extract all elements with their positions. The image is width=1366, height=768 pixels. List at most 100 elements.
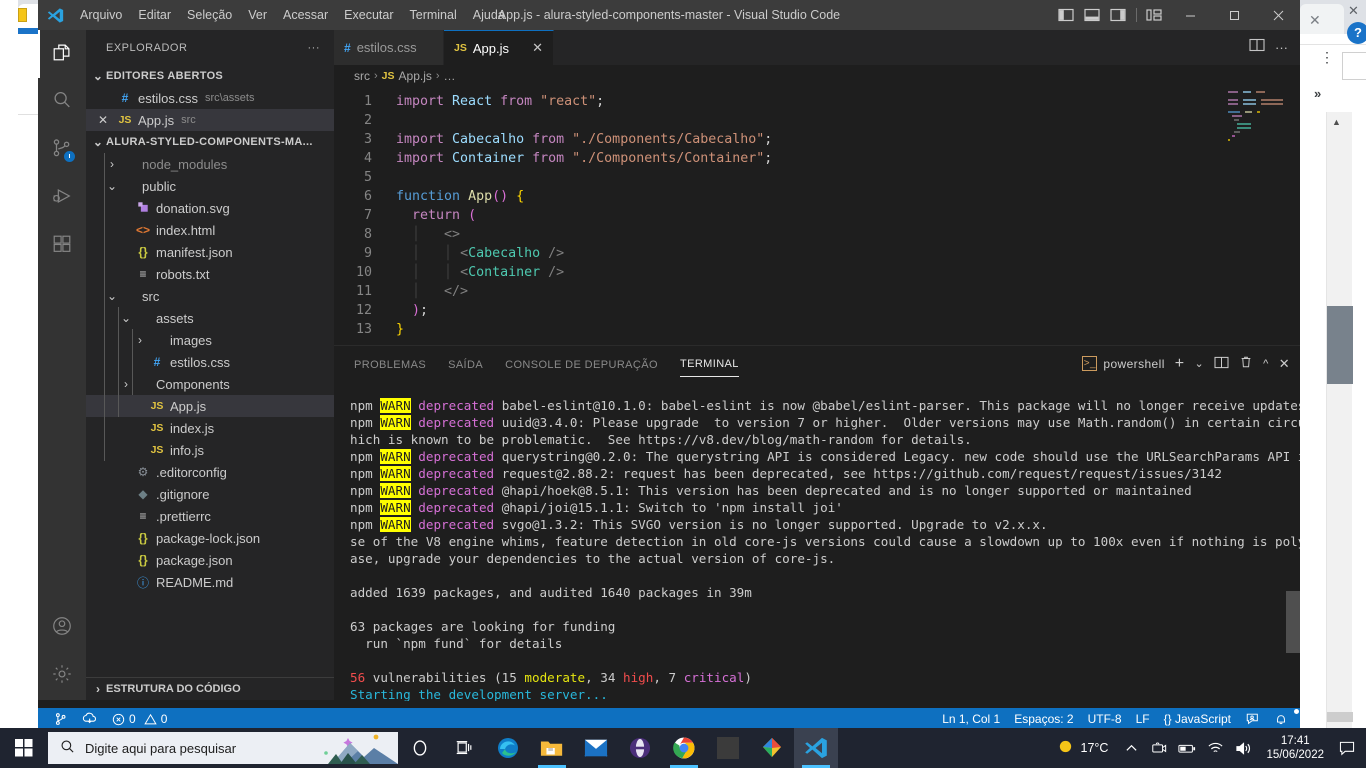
toggle-primary-sidebar-icon[interactable] [1053,0,1079,30]
background-browser-right-scrollbar[interactable] [1326,112,1353,730]
scrollbar-thumb[interactable] [1327,306,1353,384]
outline-section[interactable]: › ESTRUTURA DO CÓDIGO [86,677,334,700]
status-indentation[interactable]: Espaços: 2 [1007,708,1080,730]
tab-app-js[interactable]: JS App.js ✕ [444,30,554,65]
tree-item--prettierrc[interactable]: ≡ .prettierrc [86,505,334,527]
chevron-right-icon[interactable]: › [104,157,120,171]
menu-ver[interactable]: Ver [240,5,275,25]
weather-widget[interactable]: 17°C [1049,738,1117,758]
tree-item--gitignore[interactable]: ◆ .gitignore [86,483,334,505]
activity-search[interactable] [38,78,86,126]
chevron-up-icon[interactable]: ^ [1263,358,1269,370]
task-view-icon[interactable] [442,728,486,768]
code-line[interactable]: 7 return ( [334,206,1300,225]
opera-icon[interactable] [618,728,662,768]
status-sync[interactable] [75,708,105,730]
code-line[interactable]: 13} [334,320,1300,339]
code-editor[interactable]: 1 import React from "react"; 2 3 import Cabe… [334,87,1300,345]
visual-studio-code-icon[interactable] [794,728,838,768]
help-icon[interactable]: ? [1347,22,1366,44]
code-line[interactable]: 12 ); [334,301,1300,320]
kebab-menu-icon[interactable]: ⋮ [1320,50,1334,64]
split-terminal-icon[interactable] [1214,356,1229,372]
chevron-down-icon[interactable]: ⌄ [104,289,120,303]
tree-item-node_modules[interactable]: › node_modules [86,153,334,175]
tree-item-donation-svg[interactable]: donation.svg [86,197,334,219]
tree-item-manifest-json[interactable]: {} manifest.json [86,241,334,263]
split-editor-icon[interactable] [1249,38,1265,57]
code-line[interactable]: 2 [334,111,1300,130]
google-chrome-icon[interactable] [662,728,706,768]
activity-extensions[interactable] [38,222,86,270]
scrollbar-bottom[interactable] [1327,712,1353,722]
background-browser-right-field[interactable] [1342,52,1366,80]
file-explorer-icon[interactable] [530,728,574,768]
tree-item-Components[interactable]: › Components [86,373,334,395]
status-encoding[interactable]: UTF-8 [1081,708,1129,730]
battery-icon[interactable] [1174,728,1200,768]
chevron-down-icon[interactable]: ⌄ [1195,357,1205,370]
more-actions-icon[interactable]: ··· [1275,40,1288,55]
explorer-more-actions-icon[interactable]: ··· [308,42,321,54]
notification-center-icon[interactable] [1334,728,1360,768]
tree-item-package-lock-json[interactable]: {} package-lock.json [86,527,334,549]
tree-item-index-html[interactable]: <> index.html [86,219,334,241]
status-notifications[interactable] [1267,708,1300,730]
open-editors-section[interactable]: ⌄ EDITORES ABERTOS [86,65,334,87]
code-line[interactable]: 6 function App() { [334,187,1300,206]
menu-terminal[interactable]: Terminal [402,5,465,25]
tab-terminal[interactable]: TERMINAL [679,350,739,377]
menu-acessar[interactable]: Acessar [275,5,336,25]
tree-item-index-js[interactable]: JS index.js [86,417,334,439]
editor-scrollbar[interactable] [1286,87,1300,345]
minimize-button[interactable] [1168,0,1212,30]
minimap[interactable] [1228,91,1286,341]
menu-executar[interactable]: Executar [336,5,401,25]
status-cursor-position[interactable]: Ln 1, Col 1 [935,708,1007,730]
tree-item-images[interactable]: › images [86,329,334,351]
status-language-mode[interactable]: {} JavaScript [1157,708,1238,730]
customize-layout-icon[interactable] [1142,0,1168,30]
terminal-output[interactable]: npm WARN deprecated babel-eslint@10.1.0:… [334,381,1300,701]
close-icon[interactable]: ✕ [1309,12,1321,29]
terminal-shell-selector[interactable]: >_ powershell [1082,356,1164,371]
activity-run-debug[interactable] [38,174,86,222]
toggle-panel-icon[interactable] [1079,0,1105,30]
close-icon[interactable]: ✕ [94,113,112,127]
microsoft-edge-icon[interactable] [486,728,530,768]
start-button[interactable] [0,728,48,768]
maximize-button[interactable] [1212,0,1256,30]
close-icon[interactable]: ✕ [520,40,543,56]
background-browser-right[interactable]: ✕ ✕ ? ⋮ » ▲ [1300,0,1366,730]
tree-item-App-js[interactable]: JS App.js [86,395,334,417]
tree-item-robots-txt[interactable]: ≡ robots.txt [86,263,334,285]
activity-settings[interactable] [38,652,86,700]
tab-console-depuracao[interactable]: CONSOLE DE DEPURAÇÃO [505,351,658,377]
code-line[interactable]: 5 [334,168,1300,187]
code-line[interactable]: 10 │ │ <Container /> [334,263,1300,282]
activity-explorer[interactable] [38,30,86,78]
code-line[interactable]: 8 │ <> [334,225,1300,244]
background-browser-right-tab[interactable]: ✕ [1300,4,1344,34]
tab-estilos-css[interactable]: # estilos.css [334,30,444,65]
volume-icon[interactable] [1230,728,1256,768]
close-icon[interactable]: ✕ [1348,3,1359,19]
breadcrumb-folder[interactable]: src [354,69,370,83]
tree-item-README-md[interactable]: ⓘ README.md [86,571,334,593]
activity-source-control[interactable] [38,126,86,174]
code-line[interactable]: 9 │ │ <Cabecalho /> [334,244,1300,263]
tab-saida[interactable]: SAÍDA [448,351,483,377]
show-hidden-icons[interactable] [1118,728,1144,768]
menu-editar[interactable]: Editar [130,5,179,25]
chevron-down-icon[interactable]: ⌄ [118,311,134,325]
chevron-right-icon[interactable]: › [132,333,148,347]
tree-item-src[interactable]: ⌄ src [86,285,334,307]
new-terminal-icon[interactable]: + [1175,355,1185,373]
close-icon[interactable]: ✕ [1279,356,1290,372]
code-line[interactable]: 1 import React from "react"; [334,92,1300,111]
tree-item-package-json[interactable]: {} package.json [86,549,334,571]
clock[interactable]: 17:41 15/06/2022 [1258,734,1332,762]
wifi-icon[interactable] [1202,728,1228,768]
status-eol[interactable]: LF [1129,708,1157,730]
open-editor-App-js[interactable]: ✕ JS App.js src [86,109,334,131]
